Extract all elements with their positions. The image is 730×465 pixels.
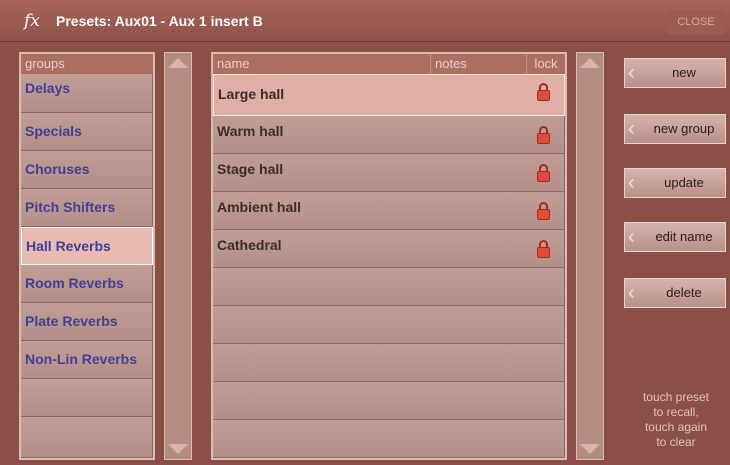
preset-row[interactable]: Ambient hall xyxy=(213,192,565,230)
lock-icon xyxy=(537,202,550,220)
fx-icon: fx xyxy=(24,11,40,31)
delete-button[interactable]: ‹ delete xyxy=(624,278,726,308)
group-item-choruses[interactable]: Choruses xyxy=(21,151,153,189)
lock-icon xyxy=(537,126,550,144)
chevron-left-icon: ‹ xyxy=(628,172,635,194)
preset-row[interactable] xyxy=(213,268,565,306)
scroll-down-icon[interactable] xyxy=(168,444,188,454)
scroll-up-icon[interactable] xyxy=(580,58,600,68)
group-item-non-lin-reverbs[interactable]: Non-Lin Reverbs xyxy=(21,341,153,379)
hint-text: touch preset to recall, touch again to c… xyxy=(642,390,710,449)
chevron-left-icon: ‹ xyxy=(628,62,635,84)
group-item-specials[interactable]: Specials xyxy=(21,113,153,151)
group-item-delays[interactable]: Delays xyxy=(21,74,153,113)
group-item-plate-reverbs[interactable]: Plate Reverbs xyxy=(21,303,153,341)
preset-row[interactable]: Warm hall xyxy=(213,116,565,154)
groups-header: groups xyxy=(21,54,153,74)
preset-row[interactable]: Stage hall xyxy=(213,154,565,192)
lock-icon xyxy=(537,83,550,101)
group-item-empty[interactable] xyxy=(21,379,153,417)
new-button[interactable]: ‹ new xyxy=(624,58,726,88)
preset-name: Warm hall xyxy=(217,123,284,139)
preset-row[interactable] xyxy=(213,382,565,420)
groups-scrollbar[interactable] xyxy=(164,52,192,460)
group-item-pitch-shifters[interactable]: Pitch Shifters xyxy=(21,189,153,227)
preset-row[interactable] xyxy=(213,344,565,382)
presets-scrollbar[interactable] xyxy=(576,52,604,460)
chevron-left-icon: ‹ xyxy=(628,282,635,304)
group-item-empty[interactable] xyxy=(21,417,153,458)
preset-row[interactable]: Cathedral xyxy=(213,230,565,268)
preset-row[interactable] xyxy=(213,306,565,344)
group-item-room-reverbs[interactable]: Room Reverbs xyxy=(21,265,153,303)
preset-name: Cathedral xyxy=(217,237,282,253)
lock-column-header: lock xyxy=(527,54,565,74)
preset-row[interactable] xyxy=(213,420,565,458)
update-button[interactable]: ‹ update xyxy=(624,168,726,198)
groups-panel: groups Delays Specials Choruses Pitch Sh… xyxy=(19,52,155,460)
close-button[interactable]: CLOSE xyxy=(668,10,724,34)
scroll-up-icon[interactable] xyxy=(168,58,188,68)
chevron-left-icon: ‹ xyxy=(628,226,635,248)
title-bar: fx Presets: Aux01 - Aux 1 insert B CLOSE xyxy=(0,0,730,42)
lock-icon xyxy=(537,164,550,182)
edit-name-button[interactable]: ‹ edit name xyxy=(624,222,726,252)
chevron-left-icon: ‹ xyxy=(628,118,635,140)
group-item-hall-reverbs[interactable]: Hall Reverbs xyxy=(21,227,153,265)
window-title: Presets: Aux01 - Aux 1 insert B xyxy=(56,13,263,29)
scroll-down-icon[interactable] xyxy=(580,444,600,454)
notes-column-header: notes xyxy=(431,54,527,74)
preset-name: Large hall xyxy=(218,86,285,102)
preset-row[interactable]: Large hall xyxy=(213,74,565,116)
name-column-header: name xyxy=(213,54,431,74)
new-group-button[interactable]: ‹ new group xyxy=(624,114,726,144)
presets-panel: name notes lock Large hall Warm hall Sta… xyxy=(211,52,567,460)
preset-name: Stage hall xyxy=(217,161,284,177)
lock-icon xyxy=(537,240,550,258)
preset-name: Ambient hall xyxy=(217,199,302,215)
